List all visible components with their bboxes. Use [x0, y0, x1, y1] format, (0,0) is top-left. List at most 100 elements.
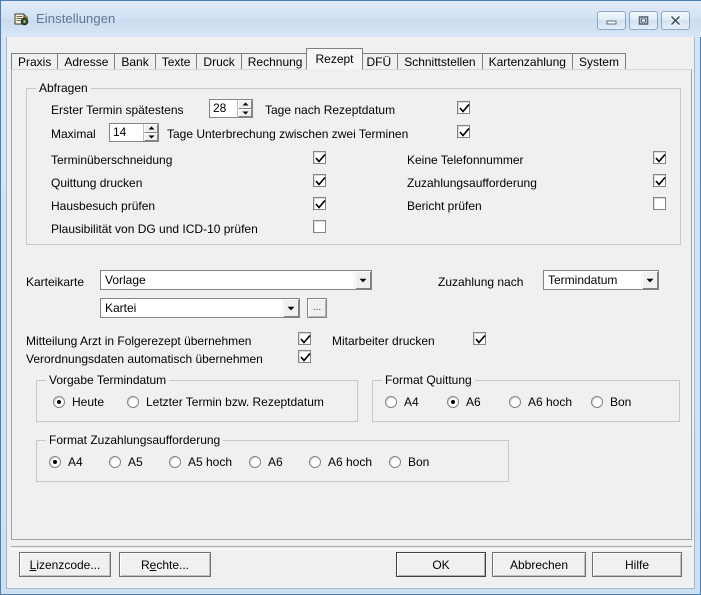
radio-zuzahlung-a5-hoch[interactable]	[169, 456, 181, 468]
checkbox-zuzahlungsaufforderung[interactable]	[653, 174, 666, 187]
radio-vorgabe-letzter-termin-bzw-rezeptdatum[interactable]	[127, 396, 139, 408]
rechte-button[interactable]: Rechte...	[119, 552, 211, 577]
radio-quittung-a6-hoch[interactable]	[509, 396, 521, 408]
combo-zuzahlung-nach[interactable]: Termindatum	[543, 270, 659, 290]
checkbox-erster-termin[interactable]	[457, 101, 470, 114]
close-icon	[670, 15, 681, 26]
erster-termin-value[interactable]: 28	[210, 100, 237, 117]
chevron-down-icon[interactable]	[641, 271, 658, 289]
check-icon	[459, 127, 470, 137]
spin-down-icon[interactable]	[144, 132, 158, 141]
label-zuzahlung-a4: A4	[68, 455, 83, 469]
check-icon	[655, 153, 666, 163]
label-zuzahlung-a5: A5	[128, 455, 143, 469]
radio-zuzahlung-a6[interactable]	[249, 456, 261, 468]
chevron-down-icon[interactable]	[354, 271, 371, 289]
spin-up-icon[interactable]	[238, 100, 252, 109]
radio-vorgabe-heute[interactable]	[53, 396, 65, 408]
close-button[interactable]	[661, 11, 690, 30]
group-abfragen: Abfragen Erster Termin spätestens 28 Tag…	[26, 81, 681, 245]
group-format-quittung: Format Quittung A4 A6 A6 hoch Bon	[372, 373, 680, 422]
combo-vorlage-value[interactable]: Vorlage	[101, 271, 354, 289]
tab-label: System	[578, 55, 619, 69]
footer-divider	[11, 546, 692, 550]
maximal-spinner[interactable]: 14	[109, 123, 159, 142]
label-keine-telefonnummer: Keine Telefonnummer	[407, 153, 524, 167]
label-zuzahlung-a6: A6	[268, 455, 283, 469]
erster-termin-spinner[interactable]: 28	[209, 99, 253, 118]
checkbox-keine-telefonnummer[interactable]	[653, 151, 666, 164]
radio-zuzahlung-a4[interactable]	[49, 456, 61, 468]
label-quittung-drucken: Quittung drucken	[51, 176, 143, 190]
minimize-button[interactable]	[597, 11, 626, 30]
help-button[interactable]: Hilfe	[592, 552, 682, 577]
label-zuzahlungsaufforderung: Zuzahlungsaufforderung	[407, 176, 537, 190]
tab-label: Bank	[121, 55, 149, 69]
spin-down-icon[interactable]	[238, 108, 252, 117]
lizenzcode-button-label: Lizenzcode...	[29, 557, 101, 572]
ok-button[interactable]: OK	[396, 552, 486, 577]
label-maximal: Maximal	[51, 127, 96, 141]
radio-zuzahlung-bon[interactable]	[389, 456, 401, 468]
window-controls	[597, 11, 690, 30]
label-quittung-a6-hoch: A6 hoch	[528, 395, 573, 409]
erster-termin-spin-arrows[interactable]	[237, 100, 252, 117]
checkbox-maximal[interactable]	[457, 125, 470, 138]
tab-label: Druck	[203, 55, 235, 69]
label-quittung-bon: Bon	[610, 395, 632, 409]
radio-dot	[451, 400, 455, 404]
radio-dot	[57, 400, 61, 404]
maximal-value[interactable]: 14	[110, 124, 143, 141]
combo-zuzahlung-value[interactable]: Termindatum	[544, 271, 641, 289]
group-format-quittung-title: Format Quittung	[382, 373, 475, 387]
tab-label: Rechnung	[247, 55, 303, 69]
checkbox-hausbesuch-prufen[interactable]	[313, 197, 326, 210]
label-terminuberschneidung: Terminüberschneidung	[51, 153, 173, 167]
label-quittung-a4: A4	[404, 395, 419, 409]
group-format-zuzahlungsaufforderung: Format Zuzahlungsaufforderung A4 A5 A5 hoc…	[36, 433, 509, 482]
label-erster-termin: Erster Termin spätestens	[51, 103, 184, 117]
maximal-spin-arrows[interactable]	[143, 124, 158, 141]
check-icon	[475, 334, 486, 344]
check-icon	[300, 352, 311, 362]
settings-window: Einstellungen Praxis Adresse Bank Texte …	[0, 0, 701, 595]
maximize-icon	[638, 16, 649, 25]
radio-quittung-bon[interactable]	[591, 396, 603, 408]
checkbox-plausibilitat-von-dg-und-icd-10-prufen[interactable]	[313, 220, 326, 233]
label-zuzahlung-bon: Bon	[408, 455, 430, 469]
cancel-button[interactable]: Abbrechen	[492, 552, 586, 577]
label-tage-nach-rezeptdatum: Tage nach Rezeptdatum	[265, 103, 396, 117]
settings-app-icon	[14, 12, 29, 27]
tab-label: DFÜ	[366, 55, 392, 69]
checkbox-bericht-prufen[interactable]	[653, 197, 666, 210]
maximize-button[interactable]	[629, 11, 658, 30]
group-format-zuzahlung-title: Format Zuzahlungsaufforderung	[46, 433, 224, 447]
radio-zuzahlung-a5[interactable]	[109, 456, 121, 468]
group-vorgabe-termindatum-title: Vorgabe Termindatum	[46, 373, 170, 387]
checkbox-mitteilung-arzt-in-folgerezept-ubernehmen[interactable]	[298, 332, 311, 345]
radio-quittung-a4[interactable]	[385, 396, 397, 408]
group-abfragen-title: Abfragen	[36, 81, 91, 95]
combo-kartei[interactable]: Kartei	[100, 298, 300, 318]
tab-label: Rezept	[315, 52, 354, 66]
radio-quittung-a6[interactable]	[447, 396, 459, 408]
tab-page-rezept: Abfragen Erster Termin spätestens 28 Tag…	[11, 69, 692, 540]
combo-vorlage[interactable]: Vorlage	[100, 270, 372, 290]
combo-kartei-value[interactable]: Kartei	[101, 299, 282, 317]
tab-rezept[interactable]: Rezept	[306, 48, 363, 70]
window-title: Einstellungen	[36, 11, 116, 26]
checkbox-terminuberschneidung[interactable]	[313, 151, 326, 164]
spin-up-icon[interactable]	[144, 124, 158, 133]
check-icon	[459, 103, 470, 113]
checkbox-mitarbeiter-drucken[interactable]	[473, 332, 486, 345]
label-zuzahlung-a6-hoch: A6 hoch	[328, 455, 373, 469]
chevron-down-icon[interactable]	[282, 299, 299, 317]
checkbox-quittung-drucken[interactable]	[313, 174, 326, 187]
label-quittung-a6: A6	[466, 395, 481, 409]
lizenzcode-button[interactable]: Lizenzcode...	[19, 552, 111, 577]
label-plausibilitat-von-dg-und-icd-10-prufen: Plausibilität von DG und ICD-10 prüfen	[51, 222, 258, 236]
checkbox-verordnungsdaten-automatisch-ubernehmen[interactable]	[298, 350, 311, 363]
browse-kartei-button[interactable]: ...	[307, 298, 327, 318]
radio-zuzahlung-a6-hoch[interactable]	[309, 456, 321, 468]
check-icon	[300, 334, 311, 344]
